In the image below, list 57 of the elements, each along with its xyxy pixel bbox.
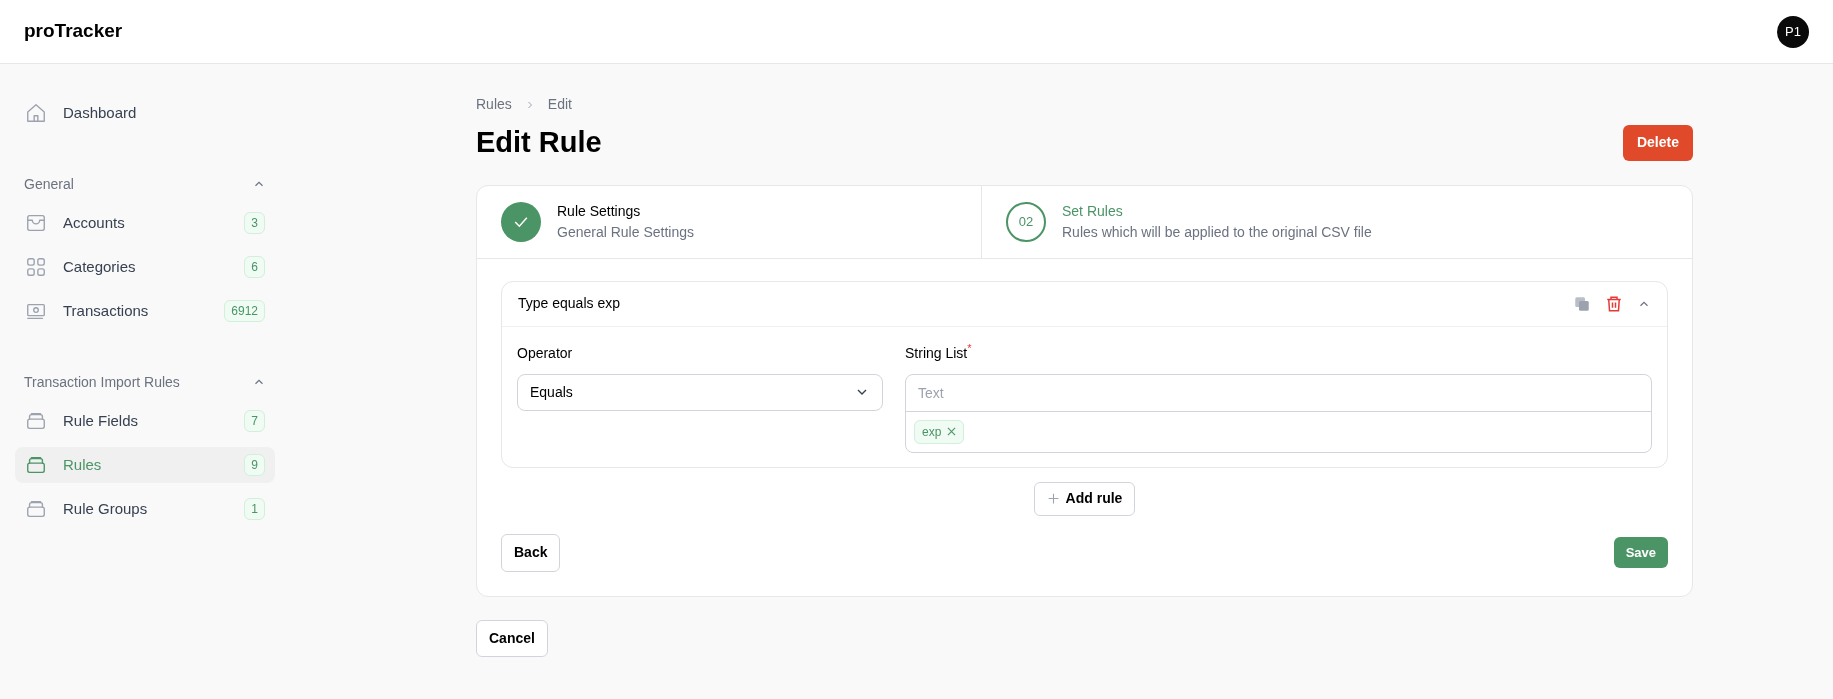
page-title: Edit Rule bbox=[476, 125, 602, 160]
tray-icon bbox=[25, 212, 47, 234]
count-badge: 1 bbox=[244, 498, 265, 520]
cancel-button[interactable]: Cancel bbox=[476, 619, 548, 657]
count-badge: 6912 bbox=[224, 300, 265, 322]
breadcrumb-link[interactable]: Edit bbox=[547, 94, 572, 115]
grid-icon bbox=[25, 256, 47, 278]
stack-icon bbox=[25, 498, 47, 520]
nav-item[interactable]: Accounts 3 bbox=[15, 205, 275, 241]
step-title: Rule Settings bbox=[557, 201, 642, 221]
rule-title: Type equals exp bbox=[518, 294, 620, 313]
wizard-step[interactable]: Rule Settings General Rule Settings bbox=[477, 185, 982, 258]
remove-icon[interactable] bbox=[947, 427, 957, 436]
nav-label: Rule Fields bbox=[63, 410, 140, 431]
save-button[interactable]: Save bbox=[1613, 537, 1668, 568]
stack-icon bbox=[25, 410, 47, 432]
nav-label: Rule Groups bbox=[63, 498, 149, 519]
step-number: 02 bbox=[1006, 201, 1046, 242]
nav-item[interactable]: Rules 9 bbox=[15, 447, 275, 483]
nav-label: Accounts bbox=[63, 212, 126, 233]
nav-item[interactable]: Transactions 6912 bbox=[15, 293, 275, 329]
nav-item[interactable]: Dashboard bbox=[15, 95, 275, 131]
back-button[interactable]: Back bbox=[501, 533, 561, 572]
plus-icon bbox=[1046, 492, 1060, 505]
section-heading: General bbox=[24, 174, 74, 194]
count-badge: 7 bbox=[244, 410, 265, 432]
user-avatar[interactable]: P1 bbox=[1777, 15, 1809, 48]
breadcrumb-link[interactable]: Rules bbox=[476, 94, 512, 115]
delete-button[interactable]: Delete bbox=[1622, 124, 1693, 161]
string-list-field[interactable]: Text exp bbox=[905, 373, 1652, 453]
step-check-icon bbox=[501, 201, 541, 242]
text-input-field[interactable]: Text bbox=[906, 374, 1651, 412]
app-logo[interactable]: proTracker bbox=[24, 17, 123, 46]
count-badge: 9 bbox=[244, 454, 265, 476]
nav-label: Dashboard bbox=[63, 102, 138, 123]
add-rule-button[interactable]: Add rule bbox=[1033, 481, 1136, 516]
step-title: Set Rules bbox=[1062, 201, 1124, 221]
copy-icon[interactable] bbox=[1573, 294, 1591, 313]
wizard-step[interactable]: 02 Set Rules Rules which will be applied to the original CSV file bbox=[982, 185, 1692, 258]
field-label: Operator bbox=[517, 343, 574, 363]
nav-item[interactable]: Rule Fields 7 bbox=[15, 403, 275, 439]
operator-select[interactable]: Equals bbox=[517, 373, 883, 411]
step-subtitle: General Rule Settings bbox=[557, 222, 694, 242]
stack-icon bbox=[25, 454, 47, 476]
tag-chip[interactable]: exp bbox=[914, 419, 965, 444]
required-mark: * bbox=[967, 342, 972, 354]
home-icon bbox=[25, 102, 47, 124]
nav-label: Transactions bbox=[63, 300, 150, 321]
count-badge: 6 bbox=[244, 256, 265, 278]
nav-label: Rules bbox=[63, 454, 103, 475]
count-badge: 3 bbox=[244, 212, 265, 234]
nav-label: Categories bbox=[63, 256, 137, 277]
field-label: String List bbox=[905, 343, 968, 363]
section-heading: Transaction Import Rules bbox=[24, 372, 180, 392]
step-subtitle: Rules which will be applied to the original CSV file bbox=[1062, 222, 1372, 242]
nav-item[interactable]: Categories 6 bbox=[15, 249, 275, 285]
nav-item[interactable]: Rule Groups 1 bbox=[15, 491, 275, 527]
